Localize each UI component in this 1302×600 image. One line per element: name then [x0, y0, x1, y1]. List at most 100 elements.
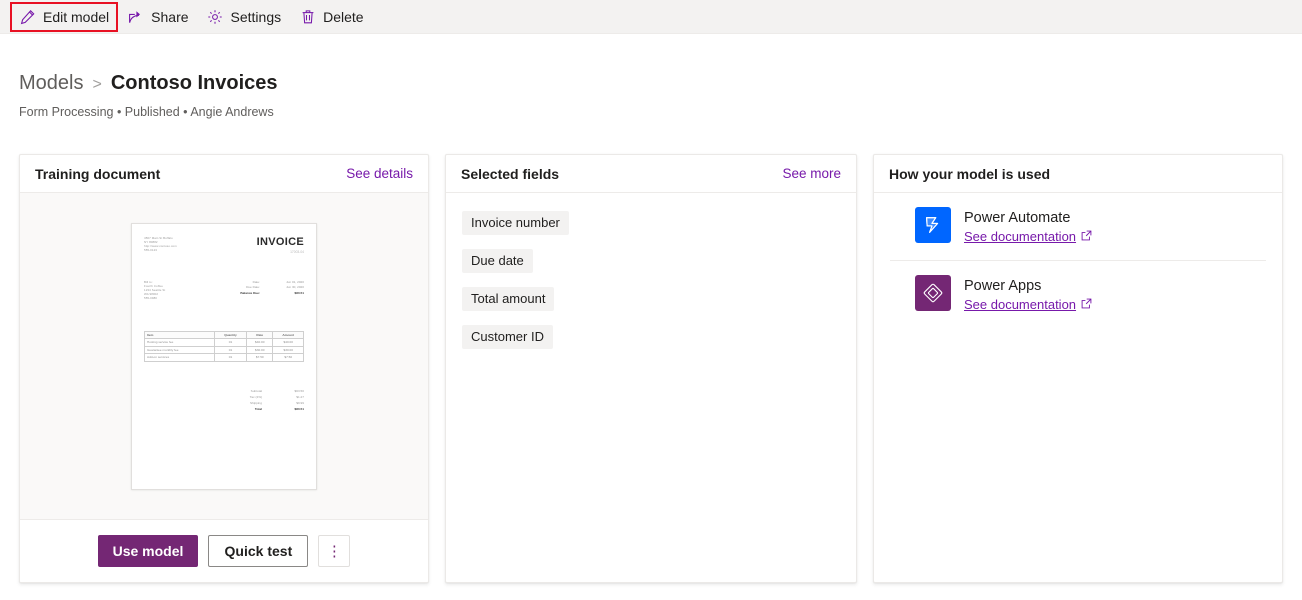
- invoice-from-line: 555-0123: [144, 248, 232, 252]
- field-chip-row: Customer ID: [462, 325, 840, 363]
- power-apps-icon: [915, 275, 951, 311]
- use-model-button[interactable]: Use model: [98, 535, 199, 567]
- invoice-meta-block: Date: Jun 01, 2020 Due Date: Jun 30, 202…: [210, 280, 304, 301]
- delete-button[interactable]: Delete: [290, 2, 372, 32]
- share-icon: [127, 8, 144, 25]
- delete-label: Delete: [323, 9, 363, 25]
- invoice-table-header-row: Item Quantity Rate Amount: [145, 331, 304, 339]
- breadcrumb-models-link[interactable]: Models: [19, 70, 83, 96]
- invoice-table-row: Guarantee monthly fee 01 $30.00 $30.00: [145, 346, 304, 354]
- invoice-cell-quantity: 01: [214, 339, 246, 347]
- invoice-table-row: Hosting service fee 01 $40.00 $40.00: [145, 339, 304, 347]
- edit-model-label: Edit model: [43, 9, 109, 25]
- power-apps-text: Power Apps See documentation: [964, 275, 1092, 314]
- power-apps-doc-label: See documentation: [964, 297, 1076, 312]
- invoice-cell-amount: $40.00: [273, 339, 304, 347]
- training-document-actions: Use model Quick test ⋮: [20, 520, 428, 582]
- selected-fields-title: Selected fields: [461, 166, 559, 182]
- cards-row: Training document See details 4567 Main …: [19, 154, 1283, 583]
- invoice-totals: Subtotal $63.50 Tax (2%) $1.27 Shipping …: [144, 388, 304, 412]
- invoice-total-value: $80.51: [278, 406, 304, 412]
- invoice-meta-value: $80.51: [278, 291, 304, 296]
- invoice-cell-rate: $30.00: [247, 346, 273, 354]
- power-apps-row: Power Apps See documentation: [890, 260, 1266, 328]
- invoice-top: 4567 Main St Buffalo NY 80882 http://www…: [144, 236, 304, 254]
- settings-button[interactable]: Settings: [198, 2, 291, 32]
- invoice-meta-label: Due Date:: [246, 285, 260, 290]
- page-header: Models > Contoso Invoices Form Processin…: [19, 70, 278, 120]
- selected-fields-card: Selected fields See more Invoice number …: [445, 154, 857, 583]
- external-link-icon: [1081, 297, 1092, 312]
- power-apps-name: Power Apps: [964, 278, 1041, 294]
- how-model-is-used-card: How your model is used Power Automate Se…: [873, 154, 1283, 583]
- more-options-button[interactable]: ⋮: [318, 535, 350, 567]
- invoice-cell-quantity: 01: [214, 354, 246, 362]
- invoice-middle: Bill to: Fourth Coffee 1234 Seattle St W…: [144, 280, 304, 301]
- quick-test-button[interactable]: Quick test: [208, 535, 308, 567]
- see-more-link[interactable]: See more: [782, 166, 841, 181]
- trash-icon: [299, 8, 316, 25]
- power-automate-text: Power Automate See documentation: [964, 207, 1092, 246]
- invoice-meta-value: Jun 30, 2020: [278, 285, 304, 290]
- invoice-billto-block: Bill to: Fourth Coffee 1234 Seattle St W…: [144, 280, 210, 301]
- invoice-total-label: Total: [222, 406, 262, 412]
- invoice-heading: INVOICE: [257, 236, 304, 248]
- invoice-meta-row: Due Date: Jun 30, 2020: [210, 285, 304, 290]
- breadcrumb: Models > Contoso Invoices: [19, 70, 278, 98]
- command-bar: Edit model Share Settings: [0, 0, 1302, 34]
- invoice-cell-rate: $7.50: [247, 354, 273, 362]
- invoice-title-block: INVOICE 17003-04: [257, 236, 304, 254]
- invoice-cell-quantity: 01: [214, 346, 246, 354]
- invoice-from-block: 4567 Main St Buffalo NY 80882 http://www…: [144, 236, 232, 254]
- selected-fields-card-header: Selected fields See more: [446, 155, 856, 193]
- invoice-cell-item: Add-on services: [145, 354, 215, 362]
- invoice-col-item: Item: [145, 331, 215, 339]
- see-details-link[interactable]: See details: [346, 166, 413, 181]
- field-chip-customer-id[interactable]: Customer ID: [462, 325, 553, 349]
- page-title: Contoso Invoices: [111, 70, 278, 96]
- power-automate-icon: [915, 207, 951, 243]
- training-document-card-header: Training document See details: [20, 155, 428, 193]
- power-automate-doc-link[interactable]: See documentation: [964, 229, 1092, 244]
- invoice-number: 17003-04: [257, 250, 304, 254]
- how-model-is-used-card-header: How your model is used: [874, 155, 1282, 193]
- invoice-billto-line: 555-0980: [144, 296, 210, 300]
- training-document-card: Training document See details 4567 Main …: [19, 154, 429, 583]
- invoice-col-rate: Rate: [247, 331, 273, 339]
- field-chip-row: Invoice number: [462, 211, 840, 249]
- share-label: Share: [151, 9, 188, 25]
- invoice-col-amount: Amount: [273, 331, 304, 339]
- invoice-cell-amount: $7.50: [273, 354, 304, 362]
- field-chip-row: Total amount: [462, 287, 840, 325]
- training-document-title: Training document: [35, 166, 160, 182]
- selected-fields-list: Invoice number Due date Total amount Cus…: [446, 193, 856, 582]
- power-automate-row: Power Automate See documentation: [890, 193, 1266, 260]
- model-subtitle: Form Processing • Published • Angie Andr…: [19, 104, 278, 120]
- field-chip-due-date[interactable]: Due date: [462, 249, 533, 273]
- share-button[interactable]: Share: [118, 2, 197, 32]
- invoice-meta-row: Balance Due: $80.51: [210, 291, 304, 296]
- external-link-icon: [1081, 229, 1092, 244]
- invoice-cell-item: Guarantee monthly fee: [145, 346, 215, 354]
- pencil-icon: [19, 8, 36, 25]
- invoice-cell-rate: $40.00: [247, 339, 273, 347]
- power-automate-doc-label: See documentation: [964, 229, 1076, 244]
- invoice-table-row: Add-on services 01 $7.50 $7.50: [145, 354, 304, 362]
- power-automate-name: Power Automate: [964, 210, 1070, 226]
- invoice-line-items-table: Item Quantity Rate Amount Hosting servic…: [144, 331, 304, 362]
- how-model-is-used-title: How your model is used: [889, 166, 1050, 182]
- invoice-meta-label: Balance Due:: [240, 291, 260, 296]
- field-chip-total-amount[interactable]: Total amount: [462, 287, 554, 311]
- edit-model-button[interactable]: Edit model: [10, 2, 118, 32]
- field-chip-row: Due date: [462, 249, 840, 287]
- field-chip-invoice-number[interactable]: Invoice number: [462, 211, 569, 235]
- invoice-total-row: Total $80.51: [144, 406, 304, 412]
- invoice-cell-item: Hosting service fee: [145, 339, 215, 347]
- how-model-is-used-list: Power Automate See documentation: [874, 193, 1282, 582]
- gear-icon: [207, 8, 224, 25]
- power-apps-doc-link[interactable]: See documentation: [964, 297, 1092, 312]
- invoice-thumbnail[interactable]: 4567 Main St Buffalo NY 80882 http://www…: [131, 223, 317, 490]
- breadcrumb-separator-icon: >: [92, 72, 101, 98]
- invoice-cell-amount: $30.00: [273, 346, 304, 354]
- settings-label: Settings: [231, 9, 282, 25]
